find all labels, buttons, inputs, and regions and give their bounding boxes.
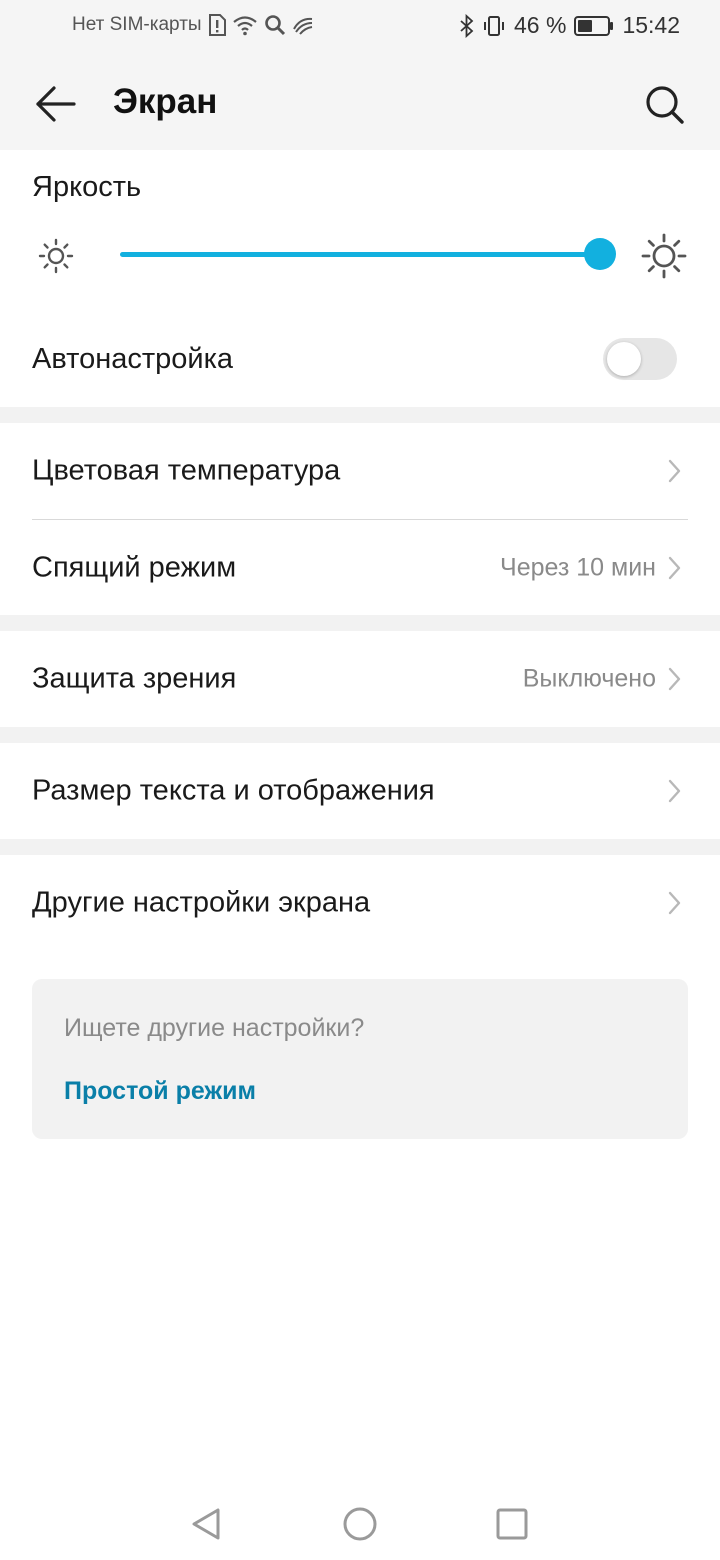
brightness-low-icon [38,238,74,274]
search-button[interactable] [636,76,692,132]
section-gap [0,407,720,423]
battery-icon [574,15,614,36]
chevron-right-icon [668,459,681,483]
nav-recents-button[interactable] [488,1500,536,1548]
simple-mode-link[interactable]: Простой режим [64,1077,256,1106]
auto-brightness-label: Автонастройка [32,343,234,375]
brightness-high-icon [641,233,687,279]
brightness-slider-thumb[interactable] [584,238,616,270]
chevron-right-icon [668,891,681,915]
brightness-label: Яркость [32,171,142,203]
section-gap [0,839,720,855]
nav-recents-icon [496,1508,528,1540]
sim-alert-icon [208,14,226,36]
status-bar: Нет SIM-карты 46 % 15:42 [0,0,720,56]
chevron-right-icon [668,556,681,580]
wifi-icon [232,16,257,36]
sleep-value: Через 10 мин [500,553,656,582]
eye-comfort-value: Выключено [522,664,656,693]
sleep-label: Спящий режим [32,551,237,584]
arrow-left-icon [36,86,76,122]
text-display-size-row[interactable]: Размер текста и отображения [0,743,720,839]
bluetooth-icon [460,13,474,38]
suggestion-question: Ищете другие настройки? [64,1014,365,1042]
system-nav-bar [0,1490,720,1560]
other-display-settings-row[interactable]: Другие настройки экрана [0,855,720,951]
toggle-knob [607,342,641,376]
chevron-right-icon [668,779,681,803]
clock: 15:42 [622,12,680,38]
brightness-slider-track[interactable] [120,252,602,257]
color-temperature-row[interactable]: Цветовая температура [0,423,720,519]
search-icon [646,86,684,124]
battery-percent: 46 % [514,12,567,38]
sleep-row[interactable]: Спящий режим Через 10 мин [0,520,720,616]
section-gap [0,615,720,631]
text-display-size-label: Размер текста и отображения [32,774,435,807]
eye-comfort-row[interactable]: Защита зрения Выключено [0,631,720,727]
nav-back-button[interactable] [182,1500,230,1548]
app-bar: Экран [0,56,720,150]
status-left: Нет SIM-карты [72,14,314,36]
color-temperature-label: Цветовая температура [32,454,341,487]
status-right: 46 % 15:42 [460,12,680,39]
carrier-text: Нет SIM-карты [72,14,202,35]
other-display-settings-label: Другие настройки экрана [32,886,371,919]
vibrate-icon [484,15,504,36]
nav-home-icon [343,1507,377,1541]
page-title: Экран [113,82,218,121]
eye-comfort-label: Защита зрения [32,662,237,695]
chevron-right-icon [668,667,681,691]
search-icon [264,15,285,36]
suggestion-card: Ищете другие настройки? Простой режим [32,979,688,1139]
back-button[interactable] [28,76,84,132]
nav-home-button[interactable] [336,1500,384,1548]
section-gap [0,727,720,743]
speed-icon [292,17,312,35]
auto-brightness-toggle[interactable] [603,338,677,380]
nav-back-icon [192,1508,220,1540]
